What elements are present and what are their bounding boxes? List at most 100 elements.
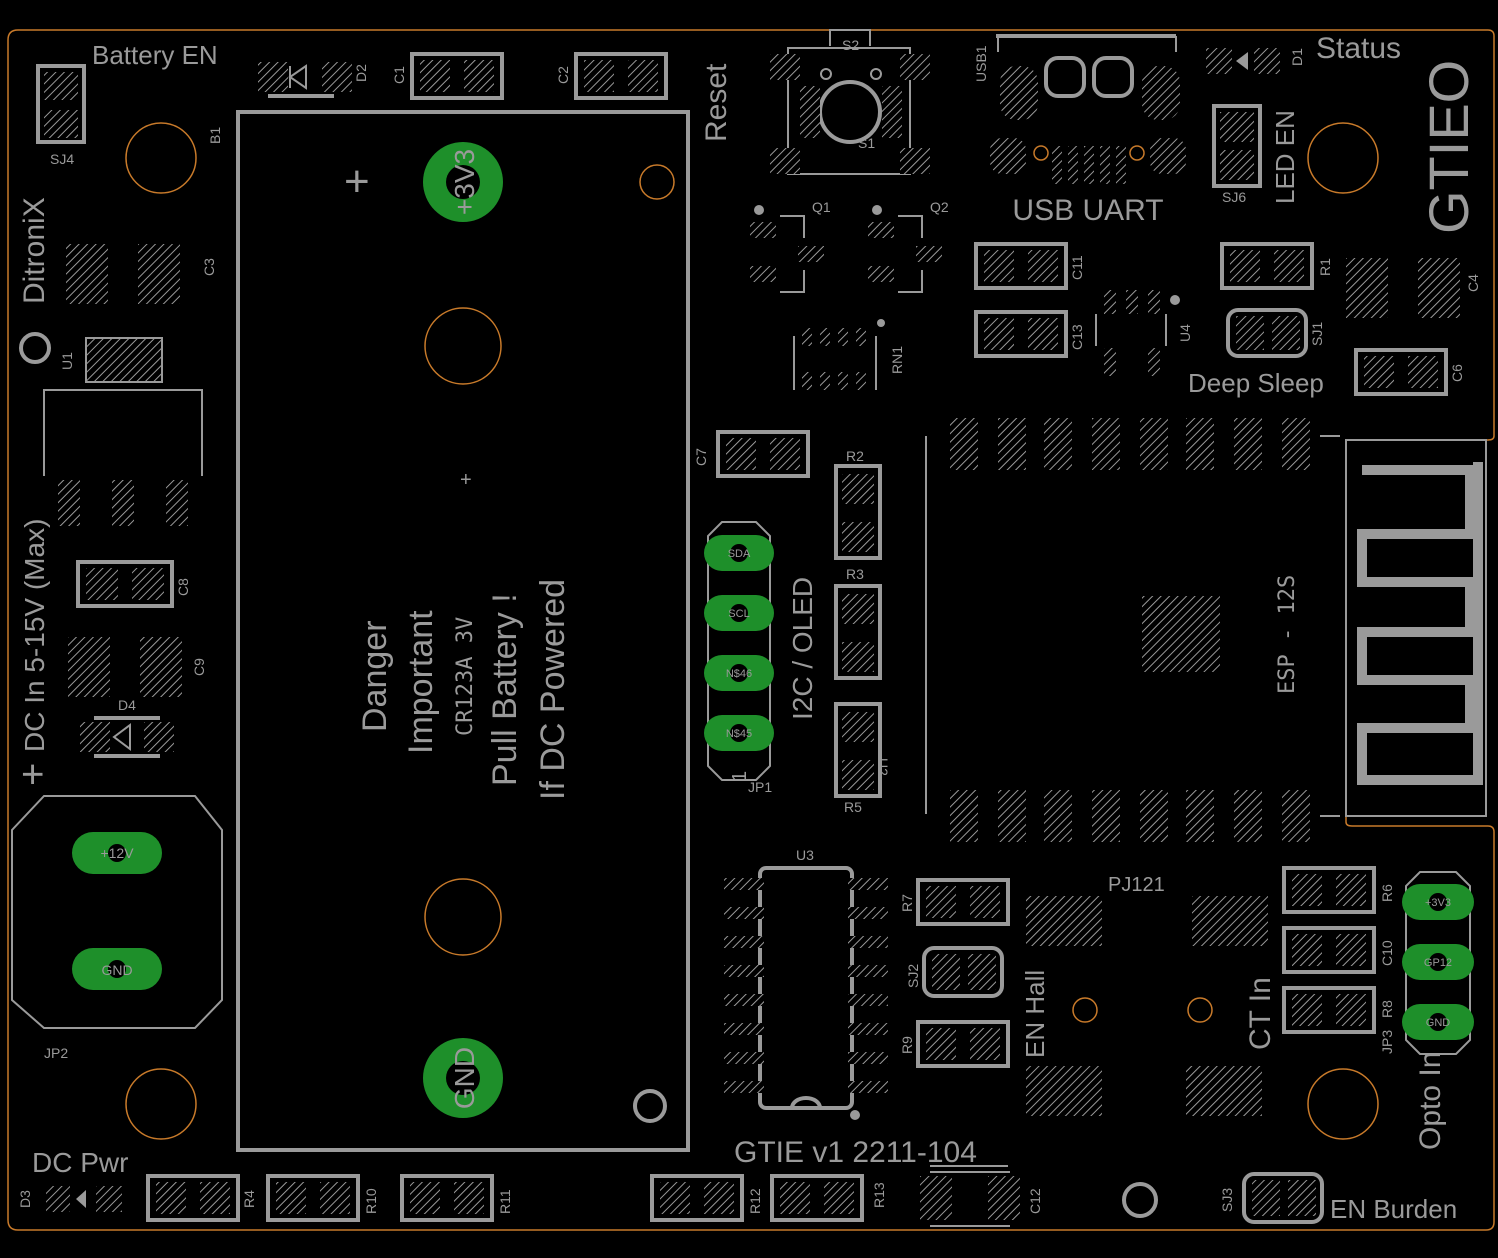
ref-r5: R5 <box>844 799 862 815</box>
pull-battery-label: Pull Battery ! <box>486 593 524 786</box>
ref-d4: D4 <box>118 697 136 713</box>
u3-pin <box>848 965 888 977</box>
battery-plus-label: + <box>344 157 370 206</box>
u3-pin <box>848 994 888 1006</box>
ref-u1: U1 <box>59 352 75 370</box>
opto-in-label: Opto In <box>1414 1052 1447 1150</box>
ref-r3: R3 <box>846 566 864 582</box>
battery-en-label: Battery EN <box>92 40 218 70</box>
ref-r2: R2 <box>846 448 864 464</box>
ref-jp1-pin1: 1 <box>729 771 751 782</box>
pcb-layout-svg: +3V3 GND +12V GND SDA SCL N$46 N$45 +3V3… <box>7 29 1495 1231</box>
ref-c11: C11 <box>1069 255 1085 280</box>
pad-label-gnd: GND <box>449 1047 480 1109</box>
dc-jack-outline <box>11 795 223 1029</box>
u3-pin <box>724 994 764 1006</box>
ref-d2: D2 <box>353 64 369 82</box>
ref-usb1: USB1 <box>973 45 989 82</box>
ref-c6: C6 <box>1449 364 1465 382</box>
deep-sleep-label: Deep Sleep <box>1188 368 1324 398</box>
ref-jp2: JP2 <box>44 1045 68 1061</box>
ref-s2: S2 <box>842 37 859 53</box>
u3-pin <box>848 1081 888 1093</box>
cr123a-label: CR123A 3V <box>453 617 478 736</box>
ref-sj1: SJ1 <box>1309 322 1325 346</box>
led-en-label: LED EN <box>1270 110 1300 204</box>
u3-pin <box>848 907 888 919</box>
ref-d1: D1 <box>1289 48 1305 66</box>
ref-b1: B1 <box>207 127 223 144</box>
ref-c10: C10 <box>1379 940 1395 966</box>
u3-pin <box>848 878 888 890</box>
center-plus-label: + <box>460 469 472 491</box>
ref-r12: R12 <box>747 1188 763 1214</box>
en-burden-label: EN Burden <box>1330 1194 1457 1224</box>
reset-label: Reset <box>700 63 733 142</box>
ref-r8: R8 <box>1379 1000 1395 1018</box>
ref-d3: D3 <box>17 1190 33 1208</box>
pin-jp3-gnd-label: GND <box>1426 1017 1451 1029</box>
ref-c7: C7 <box>693 448 709 466</box>
ref-u4: U4 <box>1177 324 1193 342</box>
i2c-oled-label: I2C / OLED <box>787 577 818 720</box>
version-label: GTIE v1 2211-104 <box>734 1136 977 1169</box>
pin-jp3-gp12-label: GP12 <box>1424 957 1452 969</box>
ref-q2: Q2 <box>930 199 949 215</box>
pcb-board: +3V3 GND +12V GND SDA SCL N$46 N$45 +3V3… <box>0 0 1498 1258</box>
u3-pin <box>724 965 764 977</box>
ref-sj3: SJ3 <box>1219 1188 1235 1212</box>
ref-c2: C2 <box>555 66 571 84</box>
pad-12v-label: +12V <box>100 845 134 861</box>
ref-sj2: SJ2 <box>905 964 921 988</box>
ref-u2: U2 <box>875 758 891 776</box>
en-hall-label: EN Hall <box>1020 970 1050 1058</box>
pin-scl-label: SCL <box>728 608 749 620</box>
ref-c9: C9 <box>191 658 207 676</box>
ref-c4: C4 <box>1465 274 1481 292</box>
danger-label: Danger <box>356 620 394 732</box>
ref-c3: C3 <box>201 258 217 276</box>
ref-r13: R13 <box>871 1182 887 1208</box>
pad-gnd-dc-label: GND <box>101 962 132 978</box>
important-label: Important <box>402 610 440 754</box>
transistors <box>750 205 942 293</box>
resistor-network <box>793 319 885 390</box>
ref-jp3: JP3 <box>1379 1030 1395 1054</box>
jp1-header: SDA SCL N$46 N$45 <box>704 521 774 781</box>
dc-in-label: DC In 5-15V (Max) <box>19 519 50 752</box>
u3-ic <box>724 866 888 1120</box>
esp-label: ESP - 12S <box>1275 575 1300 694</box>
pin-sda-label: SDA <box>728 548 751 560</box>
u3-pin <box>724 878 764 890</box>
u3-pin <box>724 1023 764 1035</box>
ref-sj4: SJ4 <box>50 151 74 167</box>
ref-r1: R1 <box>1317 258 1333 276</box>
u3-pin <box>724 907 764 919</box>
ref-r6: R6 <box>1379 884 1395 902</box>
u4-chip <box>1095 290 1180 376</box>
ref-r7: R7 <box>899 894 915 912</box>
ref-r10: R10 <box>363 1188 379 1214</box>
u3-pin <box>848 936 888 948</box>
ref-q1: Q1 <box>812 199 831 215</box>
status-label: Status <box>1316 32 1401 65</box>
usb-uart-label: USB UART <box>1012 194 1163 227</box>
dc-in-plus-label: + <box>11 763 55 786</box>
ref-u3: U3 <box>796 847 814 863</box>
usb-connector <box>990 34 1186 184</box>
ref-r4: R4 <box>241 1190 257 1208</box>
u3-pin <box>724 936 764 948</box>
ref-c13: C13 <box>1069 324 1085 350</box>
ref-r11: R11 <box>497 1189 513 1214</box>
ref-s1: S1 <box>858 135 875 151</box>
ref-r9: R9 <box>899 1036 915 1054</box>
pin-n45-label: N$45 <box>726 728 752 740</box>
if-dc-label: If DC Powered <box>534 579 572 800</box>
brand-label: DitroniX <box>18 197 51 304</box>
ref-c1: C1 <box>391 66 407 84</box>
ct-in-label: CT In <box>1244 977 1277 1050</box>
jp3-header: +3V3 GP12 GND <box>1402 871 1474 1055</box>
ref-sj6: SJ6 <box>1222 189 1246 205</box>
board-title: GTIEO <box>1417 60 1480 234</box>
pad-label-3v3: +3V3 <box>449 149 480 215</box>
